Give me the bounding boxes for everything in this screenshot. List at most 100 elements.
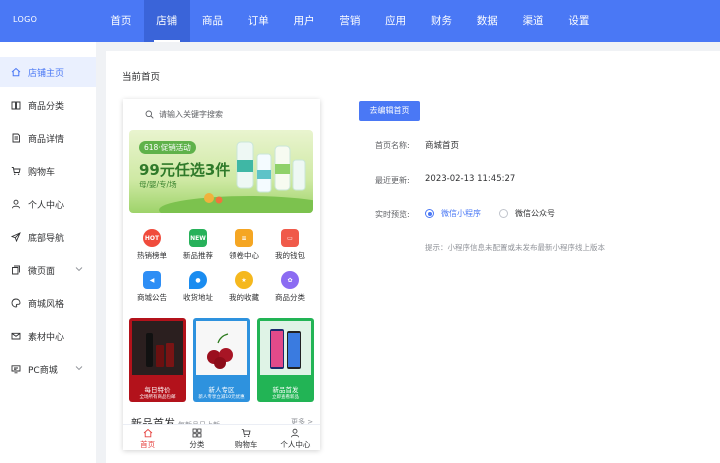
shortcut-favorites[interactable]: ★ 我的收藏 xyxy=(221,271,267,311)
mail-icon xyxy=(11,331,21,341)
nav-products[interactable]: 商品 xyxy=(190,0,236,42)
hot-icon: HOT xyxy=(143,229,161,247)
coupon-icon: ≡ xyxy=(235,229,253,247)
shortcut-label: 领卷中心 xyxy=(229,251,259,260)
shortcut-address[interactable]: ● 收货地址 xyxy=(175,271,221,311)
phone-tab-bar: 首页 分类 购物车 个人中心 xyxy=(123,424,320,450)
sidebar-item-user-center[interactable]: 个人中心 xyxy=(0,189,96,219)
tab-category[interactable]: 分类 xyxy=(172,425,221,450)
edit-homepage-button[interactable]: 去编辑首页 xyxy=(359,101,420,121)
nav-users[interactable]: 用户 xyxy=(281,0,327,42)
radio-wechat-miniprogram[interactable]: 微信小程序 xyxy=(425,208,481,219)
wine-image xyxy=(132,321,183,375)
main-panel: 当前首页 请输入关键字搜索 618·促销活动 99元任选3件 母/婴/专/场 H… xyxy=(106,51,720,463)
sidebar-item-label: 商城风格 xyxy=(28,299,65,310)
card-subtitle: 全场所有商品包邮 xyxy=(139,395,176,400)
home-icon xyxy=(11,67,21,77)
star-icon: ★ xyxy=(235,271,253,289)
card-title: 新人专区 xyxy=(208,386,235,394)
nav-finance[interactable]: 财务 xyxy=(419,0,465,42)
card-new-release[interactable]: 新品首发 立即查看新品 xyxy=(257,318,314,402)
homepage-name-value: 商城首页 xyxy=(425,141,460,151)
shortcut-label: 收货地址 xyxy=(183,293,213,302)
sidebar-item-pc-mall[interactable]: PC商城 xyxy=(0,354,96,384)
last-updated-label: 最近更新: xyxy=(375,176,410,185)
sidebar-item-shop-home[interactable]: 店铺主页 xyxy=(0,57,96,87)
sidebar: 店铺主页 商品分类 商品详情 购物车 个人中心 底部导航 微页面 商城风格 素材… xyxy=(0,42,96,463)
nav-settings[interactable]: 设置 xyxy=(556,0,602,42)
top-navigation-bar: LOGO 首页 店铺 商品 订单 用户 营销 应用 财务 数据 渠道 设置 xyxy=(0,0,720,42)
search-icon xyxy=(145,110,154,119)
tab-label: 个人中心 xyxy=(280,440,311,449)
chevron-down-icon[interactable] xyxy=(75,265,83,273)
top-nav: 首页 店铺 商品 订单 用户 营销 应用 财务 数据 渠道 设置 xyxy=(98,0,602,42)
tab-cart[interactable]: 购物车 xyxy=(222,425,271,450)
pages-icon xyxy=(11,265,21,275)
radio-dot xyxy=(425,209,434,218)
sidebar-item-material-center[interactable]: 素材中心 xyxy=(0,321,96,351)
nav-data[interactable]: 数据 xyxy=(464,0,510,42)
card-newcomer[interactable]: 新人专区 新人专享立减10元优惠 xyxy=(193,318,250,402)
new-icon: NEW xyxy=(189,229,207,247)
nav-marketing[interactable]: 营销 xyxy=(327,0,373,42)
nav-channels[interactable]: 渠道 xyxy=(510,0,556,42)
shortcut-new[interactable]: NEW 新品推荐 xyxy=(175,229,221,269)
search-placeholder: 请输入关键字搜索 xyxy=(159,109,223,119)
nav-home[interactable]: 首页 xyxy=(98,0,144,42)
card-title: 新品首发 xyxy=(272,386,299,394)
breadcrumb: 当前首页 xyxy=(122,72,161,83)
nav-orders[interactable]: 订单 xyxy=(235,0,281,42)
shortcut-label: 我的钱包 xyxy=(275,251,305,260)
send-icon xyxy=(11,232,21,242)
sidebar-item-mall-style[interactable]: 商城风格 xyxy=(0,288,96,318)
card-daily-deal[interactable]: 每日特价 全场所有商品包邮 xyxy=(129,318,186,402)
location-icon: ● xyxy=(189,271,207,289)
book-icon xyxy=(11,100,21,110)
promo-headline: 99元任选3件 xyxy=(139,161,231,179)
phone-image xyxy=(260,321,311,375)
shortcut-category[interactable]: ✿ 商品分类 xyxy=(267,271,313,311)
radio-dot xyxy=(499,209,508,218)
sidebar-item-micro-page[interactable]: 微页面 xyxy=(0,255,96,285)
shortcut-label: 商品分类 xyxy=(275,293,305,302)
search-input[interactable]: 请输入关键字搜索 xyxy=(135,106,308,122)
card-subtitle: 立即查看新品 xyxy=(272,395,299,400)
radio-wechat-official-account[interactable]: 微信公众号 xyxy=(499,208,555,219)
shortcut-coupon[interactable]: ≡ 领卷中心 xyxy=(221,229,267,269)
shortcut-wallet[interactable]: ▭ 我的钱包 xyxy=(267,229,313,269)
card-title: 每日特价 xyxy=(144,386,171,394)
promo-banner[interactable]: 618·促销活动 99元任选3件 母/婴/专/场 xyxy=(129,130,313,213)
tab-home[interactable]: 首页 xyxy=(123,425,172,450)
homepage-name-label: 首页名称: xyxy=(375,141,410,150)
tab-label: 购物车 xyxy=(234,440,258,449)
logo: LOGO xyxy=(13,15,38,24)
sidebar-item-label: 商品分类 xyxy=(28,101,65,112)
promo-subtitle: 母/婴/专/场 xyxy=(139,180,177,189)
sidebar-item-label: PC商城 xyxy=(28,365,58,376)
last-updated-value: 2023-02-13 11:45:27 xyxy=(425,174,516,184)
chevron-down-icon[interactable] xyxy=(75,364,83,372)
wallet-icon: ▭ xyxy=(281,229,299,247)
nav-apps[interactable]: 应用 xyxy=(373,0,419,42)
user-tab-icon xyxy=(290,428,300,438)
cart-tab-icon xyxy=(241,428,251,438)
grid-tab-icon xyxy=(192,428,202,438)
phone-preview: 请输入关键字搜索 618·促销活动 99元任选3件 母/婴/专/场 HOT 热销… xyxy=(123,99,320,450)
sidebar-item-cart[interactable]: 购物车 xyxy=(0,156,96,186)
shortcut-label: 我的收藏 xyxy=(229,293,259,302)
sidebar-item-label: 店铺主页 xyxy=(28,68,65,79)
palette-icon xyxy=(11,298,21,308)
shortcut-notice[interactable]: ◀ 商城公告 xyxy=(129,271,175,311)
tab-user-center[interactable]: 个人中心 xyxy=(271,425,320,450)
notice-icon: ◀ xyxy=(143,271,161,289)
radio-label: 微信公众号 xyxy=(515,209,555,218)
sidebar-item-label: 素材中心 xyxy=(28,332,65,343)
tab-label: 分类 xyxy=(189,440,205,449)
promo-tag: 618·促销活动 xyxy=(139,141,196,154)
sidebar-item-product-category[interactable]: 商品分类 xyxy=(0,90,96,120)
sidebar-item-bottom-nav[interactable]: 底部导航 xyxy=(0,222,96,252)
shortcut-hot[interactable]: HOT 热销榜单 xyxy=(129,229,175,269)
sidebar-item-product-detail[interactable]: 商品详情 xyxy=(0,123,96,153)
nav-shop[interactable]: 店铺 xyxy=(143,0,190,42)
home-tab-icon xyxy=(143,428,153,438)
